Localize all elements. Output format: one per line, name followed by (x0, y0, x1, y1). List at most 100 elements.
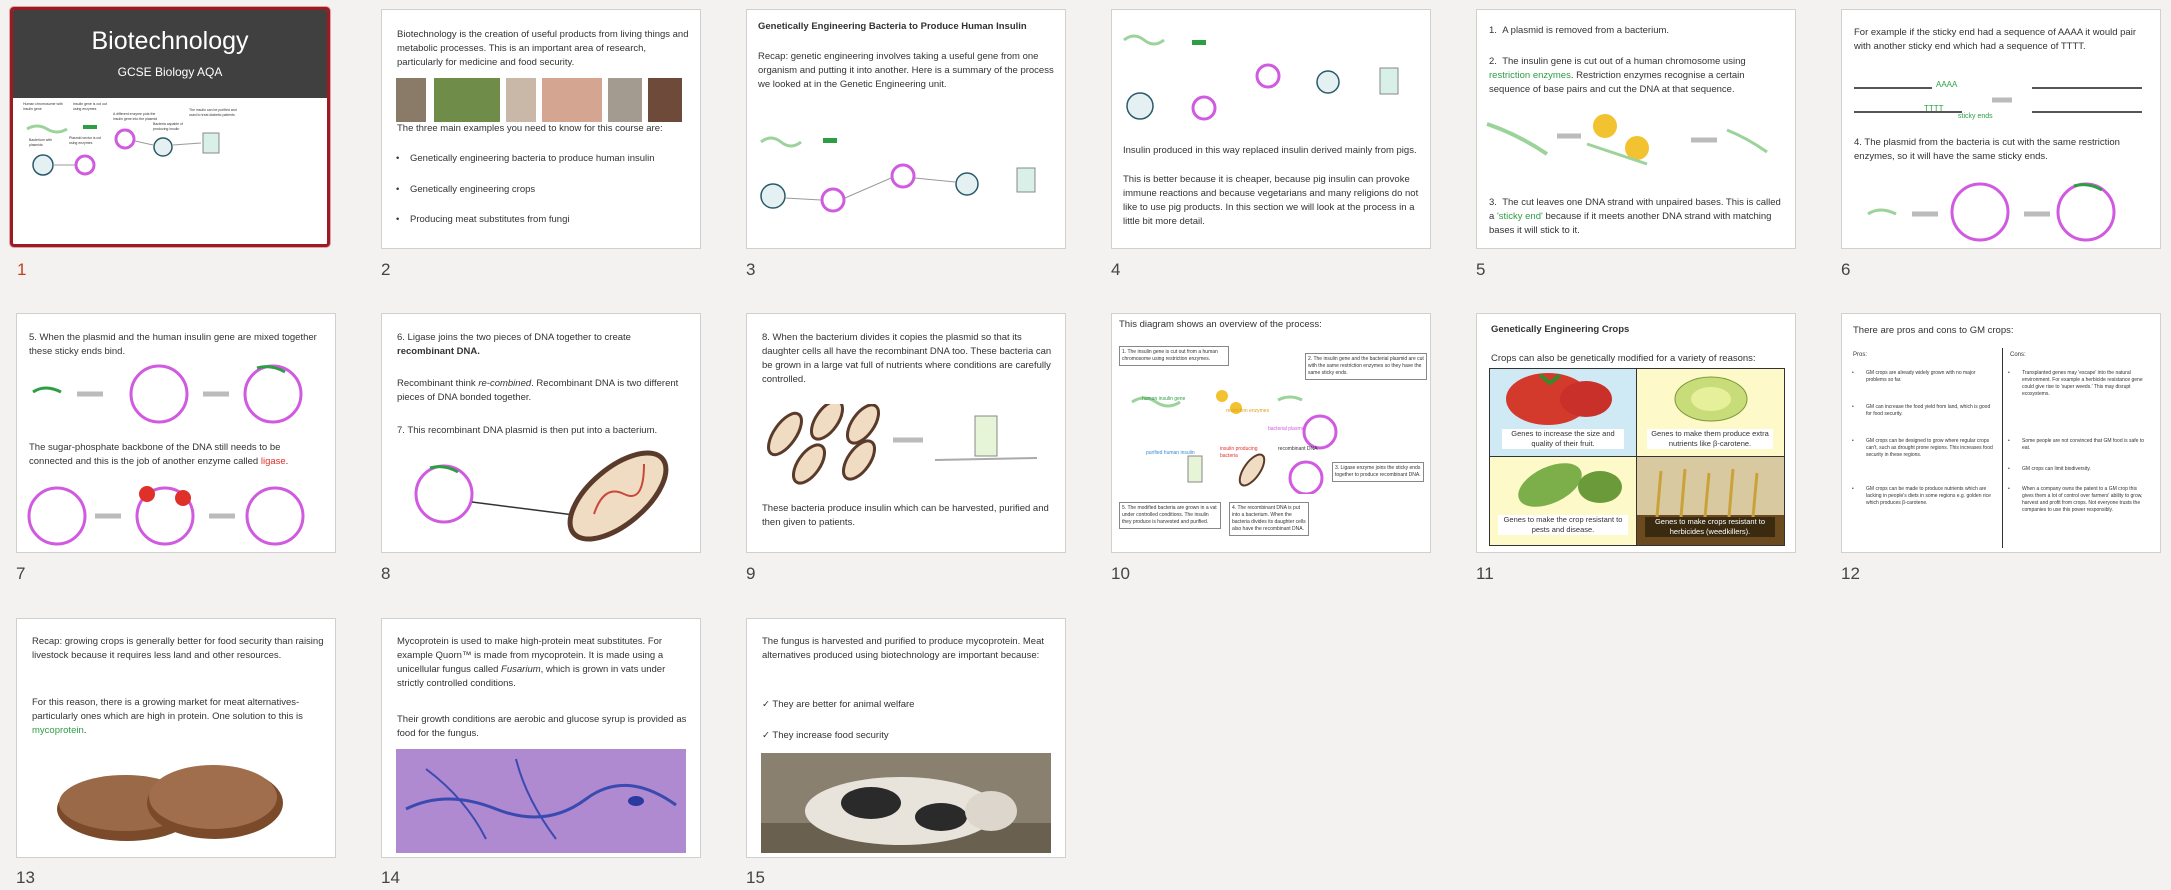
diagram-label: Human chromosome with insulin gene (23, 102, 63, 111)
crop-grid: Genes to increase the size and quality o… (1489, 368, 1785, 546)
slide-paragraph: 4. The plasmid from the bacteria is cut … (1854, 137, 2120, 162)
crop-label-pests: Genes to make the crop resistant to pest… (1498, 515, 1628, 535)
slide-thumbnail-10[interactable]: This diagram shows an overview of the pr… (1111, 313, 1431, 553)
label-bacterial-plasmid: bacterial plasmid (1268, 426, 1306, 432)
step-3: 3. The cut leaves one DNA strand with un… (1489, 197, 1781, 236)
pig-shape (761, 777, 1051, 853)
ligase-text: 6. Ligase joins the two pieces of DNA to… (397, 332, 631, 343)
crop-cell-nutrients: Genes to make them produce extra nutrien… (1637, 369, 1784, 457)
diagram-label: Plasmid vector is cut using enzymes (69, 136, 102, 145)
slide-thumbnail-2[interactable]: Biotechnology is the creation of useful … (381, 9, 701, 249)
beaker-photo (608, 78, 642, 122)
label-restriction-enzymes: restriction enzymes (1226, 408, 1270, 414)
slide-paragraph: Mycoprotein is used to make high-protein… (397, 635, 689, 691)
insulin-process-diagram (760, 136, 1036, 213)
sticky-ends-diagram (1854, 87, 2142, 113)
slide-thumbnail-11[interactable]: Genetically Engineering Crops Crops can … (1476, 313, 1796, 553)
benefit-item: ✓ They are better for animal welfare (762, 699, 915, 710)
slide-thumbnail-5[interactable]: 1. A plasmid is removed from a bacterium… (1476, 9, 1796, 249)
tomato-image (1506, 373, 1612, 425)
pig-photo (761, 753, 1051, 853)
crop-cell-herbicides: Genes to make crops resistant to herbici… (1637, 457, 1784, 545)
burger-patties-image (57, 765, 283, 841)
slide-paragraph: This is better because it is cheaper, be… (1123, 174, 1419, 227)
crop-label-nutrients: Genes to make them produce extra nutrien… (1647, 429, 1773, 449)
pro-item: GM crops can be designed to grow where r… (1852, 438, 1994, 459)
slide-paragraph: Recombinant think re-combined. Recombina… (397, 377, 689, 405)
slide-thumbnail-1[interactable]: Biotechnology GCSE Biology AQA Human chr… (10, 7, 330, 247)
slide-thumbnail-14[interactable]: Mycoprotein is used to make high-protein… (381, 618, 701, 858)
slide-number-7: 7 (16, 564, 26, 583)
slide-lead: Crops can also be genetically modified f… (1491, 353, 1756, 364)
slide-paragraph: Insulin produced in this way replaced in… (1123, 145, 1417, 156)
diagram-label: Bacterium with plasmids (29, 138, 52, 147)
restriction-enzyme-diagram (1486, 114, 1768, 166)
slide-number-6: 6 (1841, 260, 1851, 279)
slide-number-3: 3 (746, 260, 756, 279)
hyphae-shapes (405, 758, 677, 840)
mushroom-photo (434, 78, 500, 122)
crop-cell-pests: Genes to make the crop resistant to pest… (1490, 457, 1637, 545)
slide-lead: The three main examples you need to know… (397, 123, 663, 134)
slide-thumbnail-13[interactable]: Recap: growing crops is generally better… (16, 618, 336, 858)
slide-number-11: 11 (1476, 564, 1494, 583)
dna-sequence-top: AAAA (1936, 80, 1958, 89)
slide-number-10: 10 (1111, 564, 1130, 583)
slide-thumbnail-3[interactable]: Genetically Engineering Bacteria to Prod… (746, 9, 1066, 249)
step-1-text: A plasmid is removed from a bacterium. (1502, 25, 1670, 36)
recombinant-text: Recombinant think (397, 378, 479, 389)
slide-number-13: 13 (16, 868, 35, 887)
slide-paragraph: For example if the sticky end had a sequ… (1854, 27, 2136, 52)
slide-number-9: 9 (746, 564, 756, 583)
bacterium-diagram (414, 450, 669, 542)
ligase-text: The sugar-phosphate backbone of the DNA … (29, 442, 281, 467)
lab-photo (506, 78, 536, 122)
sticky-ends-label: sticky ends (1958, 113, 1993, 120)
slide-paragraph: These bacteria produce insulin which can… (762, 503, 1049, 528)
bullet-item: Genetically engineering bacteria to prod… (396, 153, 654, 164)
con-item: GM crops can limit biodiversity. (2008, 466, 2150, 473)
slide-thumbnail-8[interactable]: 6. Ligase joins the two pieces of DNA to… (381, 313, 701, 553)
lettuce-image (1674, 376, 1748, 422)
slide-title: Biotechnology (91, 27, 249, 55)
slide-paragraph: For this reason, there is a growing mark… (32, 696, 324, 738)
fusarium-micrograph (396, 749, 686, 853)
slide-paragraph: The sugar-phosphate backbone of the DNA … (29, 441, 321, 469)
tubes-photo (648, 78, 682, 122)
slide-thumbnail-9[interactable]: 8. When the bacterium divides it copies … (746, 313, 1066, 553)
slide-paragraph: 6. Ligase joins the two pieces of DNA to… (397, 331, 689, 359)
leaf-image (1518, 463, 1622, 507)
con-item: Some people are not convinced that GM fo… (2008, 438, 2150, 452)
step-1: 1. A plasmid is removed from a bacterium… (1489, 25, 1670, 36)
slide-thumbnail-7[interactable]: 5. When the plasmid and the human insuli… (16, 313, 336, 553)
label-human-insulin-gene: human insulin gene (1142, 396, 1186, 402)
label-recombinant-dna: recombinant DNA (1278, 446, 1318, 452)
pros-heading: Pros: (1853, 352, 1868, 358)
slide-paragraph: 7. This recombinant DNA plasmid is then … (397, 425, 658, 436)
slide-thumbnail-12[interactable]: There are pros and cons to GM crops: Pro… (1841, 313, 2161, 553)
cons-heading: Cons: (2010, 352, 2026, 358)
ligase-diagram (27, 486, 305, 546)
crop-label-fruit: Genes to increase the size and quality o… (1502, 429, 1624, 449)
recombinant-term: recombinant DNA. (397, 346, 480, 357)
slide-subtitle: GCSE Biology AQA (117, 65, 223, 79)
slide-paragraph: Recap: growing crops is generally better… (32, 636, 324, 661)
slide-paragraph: 8. When the bacterium divides it copies … (762, 332, 1052, 385)
plasmid-cut-diagram (1867, 182, 2116, 242)
con-item: When a company owns the patent to a GM c… (2008, 486, 2150, 514)
diagram-label: Bacteria capable of producing insulin (153, 122, 183, 131)
slide-paragraph: Their growth conditions are aerobic and … (397, 714, 687, 739)
slide-thumbnail-15[interactable]: The fungus is harvested and purified to … (746, 618, 1066, 858)
slide-intro: Biotechnology is the creation of useful … (397, 29, 689, 68)
slide-thumbnail-4[interactable]: Insulin produced in this way replaced in… (1111, 9, 1431, 249)
step-2-text: The insulin gene is cut out of a human c… (1502, 56, 1746, 67)
slide-thumbnail-6[interactable]: For example if the sticky end had a sequ… (1841, 9, 2161, 249)
recombined-term: re-combined (478, 378, 532, 389)
petri-dish-photo (396, 78, 426, 122)
fusarium-term: Fusarium (501, 664, 541, 675)
con-item: Transplanted genes may 'escape' into the… (2008, 370, 2150, 398)
slide-number-5: 5 (1476, 260, 1486, 279)
diagram-label: The insulin can be purified and used to … (189, 108, 237, 117)
pro-item: GM crops can be made to produce nutrient… (1852, 486, 1994, 507)
binding-diagram (32, 364, 303, 424)
